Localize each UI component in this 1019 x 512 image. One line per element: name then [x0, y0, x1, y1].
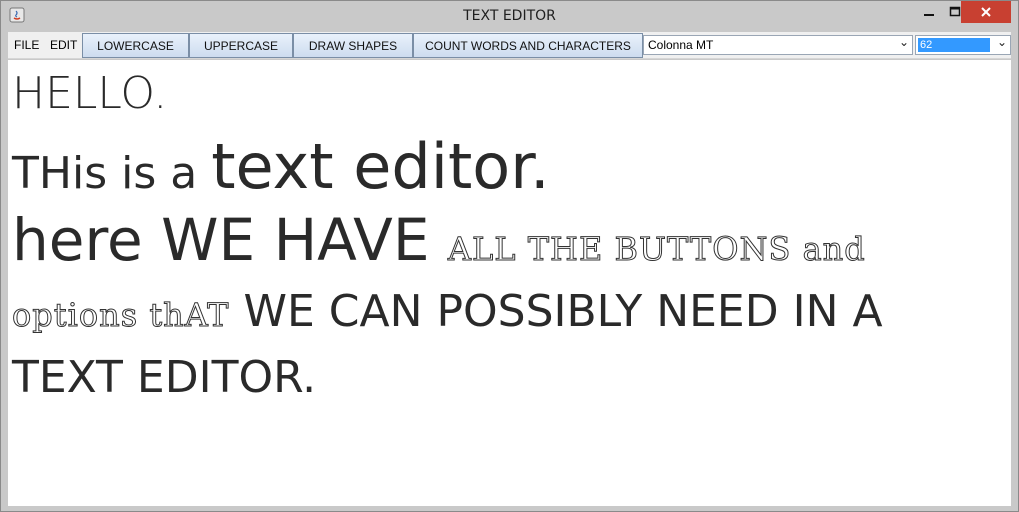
editor-text-decorative: options thAT [11, 296, 230, 335]
font-select[interactable]: Colonna MT ⌄ [643, 35, 913, 55]
text-editor-area[interactable]: HELLO. THis is a text editor. here WE HA… [8, 60, 1011, 506]
font-select-value: Colonna MT [648, 38, 714, 52]
close-button[interactable] [961, 1, 1011, 23]
menu-edit[interactable]: EDIT [50, 32, 77, 59]
menu-toolbar: FILE EDIT LOWERCASE UPPERCASE DRAW SHAPE… [8, 32, 1011, 59]
count-words-button[interactable]: COUNT WORDS AND CHARACTERS [413, 33, 643, 58]
menu-file[interactable]: FILE [14, 32, 39, 59]
chevron-down-icon[interactable]: ⌄ [899, 35, 909, 49]
editor-line-1: HELLO. [12, 68, 168, 119]
app-window: TEXT EDITOR FILE EDIT LOWERCASE UPPERCAS… [0, 0, 1019, 512]
editor-text-decorative: ALL THE BUTTONS and [447, 230, 866, 269]
window-title: TEXT EDITOR [463, 8, 556, 24]
maximize-icon [949, 6, 961, 17]
editor-line-2: THis is a text editor. [12, 130, 550, 203]
minimize-icon [924, 14, 934, 16]
draw-shapes-button[interactable]: DRAW SHAPES [293, 33, 413, 58]
title-bar[interactable]: TEXT EDITOR [1, 1, 1018, 31]
size-select[interactable]: 62 ⌄ [915, 35, 1011, 55]
close-icon [981, 7, 991, 17]
minimize-button[interactable] [916, 1, 942, 23]
lowercase-button[interactable]: LOWERCASE [82, 33, 189, 58]
uppercase-button[interactable]: UPPERCASE [189, 33, 293, 58]
editor-text: WE CAN POSSIBLY NEED IN A [229, 286, 883, 337]
chevron-down-icon[interactable]: ⌄ [997, 35, 1007, 49]
size-select-value: 62 [918, 38, 990, 52]
editor-text-large: text editor. [211, 130, 550, 203]
editor-line-3: here WE HAVE ALL THE BUTTONS and [12, 206, 866, 274]
editor-line-5: TEXT EDITOR. [12, 352, 317, 403]
editor-line-4: options thAT WE CAN POSSIBLY NEED IN A [11, 286, 883, 337]
editor-text: here WE HAVE [12, 206, 448, 274]
editor-text: THis is a [12, 148, 212, 199]
